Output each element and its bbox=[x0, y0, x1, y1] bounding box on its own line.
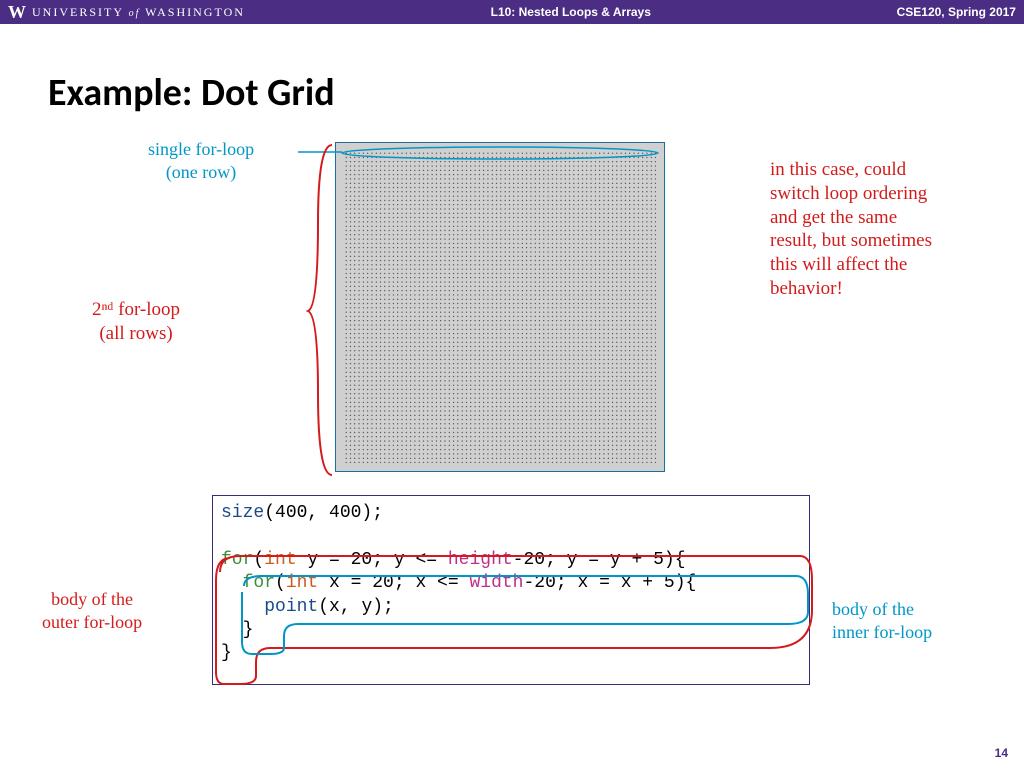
uw-logo: W bbox=[8, 2, 26, 23]
dot-grid-output bbox=[335, 142, 665, 472]
dot-pattern bbox=[344, 151, 656, 463]
annotation-second-loop: 2ⁿᵈ for-loop(all rows) bbox=[92, 298, 180, 346]
slide-header: W UNIVERSITY of WASHINGTON L10: Nested L… bbox=[0, 0, 1024, 24]
annotation-body-outer: body of theouter for-loop bbox=[42, 588, 142, 633]
lecture-title: L10: Nested Loops & Arrays bbox=[491, 5, 651, 19]
page-title: Example: Dot Grid bbox=[48, 70, 335, 116]
annotation-single-loop: single for-loop(one row) bbox=[148, 138, 254, 183]
brace-icon bbox=[306, 143, 338, 478]
code-block: size(400, 400); for(int y = 20; y <= hei… bbox=[212, 495, 810, 685]
annotation-right-note: in this case, couldswitch loop orderinga… bbox=[770, 158, 990, 301]
page-number: 14 bbox=[995, 746, 1008, 760]
course-term: CSE120, Spring 2017 bbox=[897, 5, 1016, 19]
annotation-body-inner: body of theinner for-loop bbox=[832, 598, 932, 643]
university-name: UNIVERSITY of WASHINGTON bbox=[32, 5, 245, 20]
header-left: W UNIVERSITY of WASHINGTON bbox=[8, 2, 245, 23]
